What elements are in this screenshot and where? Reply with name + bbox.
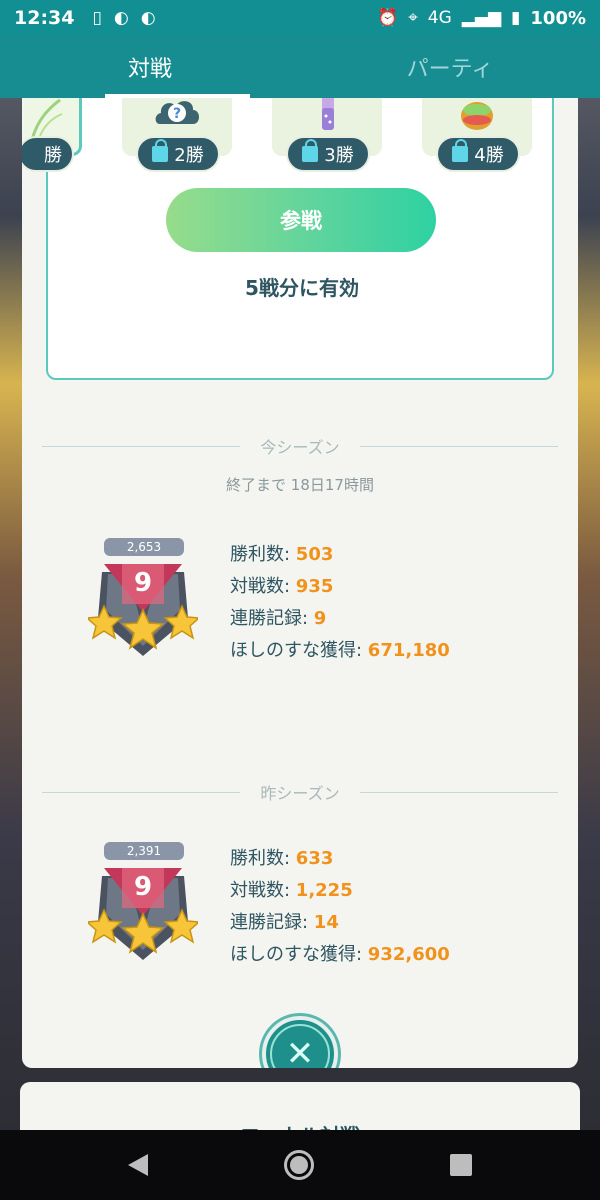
close-button[interactable]: ✕ bbox=[262, 1016, 338, 1068]
last-season-divider: 昨シーズン bbox=[42, 782, 559, 803]
signal-icon: ▂▄▆ bbox=[461, 8, 502, 28]
stat-value: 1,225 bbox=[295, 880, 353, 901]
last-rank-badge: 2,391 9 bbox=[85, 842, 201, 964]
current-stat-wins: 勝利数: 503 bbox=[230, 540, 450, 572]
current-stat-stardust: ほしのすな獲得: 671,180 bbox=[230, 636, 450, 668]
tab-party[interactable]: パーティ bbox=[300, 36, 600, 98]
tab-bar: 対戦 パーティ bbox=[0, 36, 600, 98]
valid-battles-text: 5戦分に有効 bbox=[245, 276, 359, 300]
svg-text:?: ? bbox=[173, 106, 181, 122]
stat-label: 勝利数: bbox=[230, 544, 296, 565]
stat-label: ほしのすな獲得: bbox=[230, 640, 368, 661]
stat-value: 932,600 bbox=[367, 944, 450, 965]
reward-label-1: 勝 bbox=[44, 145, 62, 166]
current-stat-streak: 連勝記録: 9 bbox=[230, 604, 450, 636]
stat-label: 対戦数: bbox=[230, 576, 296, 597]
mystery-icon: ? bbox=[155, 101, 199, 124]
current-rank-badge: 2,653 9 bbox=[85, 538, 201, 660]
tab-party-label: パーティ bbox=[406, 57, 494, 82]
stat-value: 503 bbox=[295, 544, 334, 565]
reward-slot-4[interactable]: 4勝 bbox=[422, 98, 532, 172]
season-remaining: 終了まで 18日17時間 bbox=[226, 476, 374, 494]
current-season-divider: 今シーズン bbox=[42, 436, 559, 457]
stat-label: 対戦数: bbox=[230, 880, 296, 901]
stat-label: 連勝記録: bbox=[230, 608, 314, 629]
stat-label: 連勝記録: bbox=[230, 912, 314, 933]
reward-slot-3[interactable]: 3勝 bbox=[272, 98, 382, 172]
stat-value: 671,180 bbox=[367, 640, 450, 661]
recent-apps-icon[interactable] bbox=[450, 1154, 472, 1176]
last-stat-battles: 対戦数: 1,225 bbox=[230, 876, 450, 908]
network-label: 4G bbox=[427, 8, 452, 28]
current-season-heading: 今シーズン bbox=[260, 438, 340, 457]
stat-label: ほしのすな獲得: bbox=[230, 944, 368, 965]
reward-label-3: 3勝 bbox=[324, 145, 354, 166]
app-icon: ◐ bbox=[113, 8, 129, 28]
status-right: ⏰ ⌖ 4G ▂▄▆ ▮ 100% bbox=[377, 8, 586, 29]
current-stat-battles: 対戦数: 935 bbox=[230, 572, 450, 604]
last-rank-number: 9 bbox=[133, 872, 153, 902]
last-season-stats: 勝利数: 633 対戦数: 1,225 連勝記録: 14 ほしのすな獲得: 93… bbox=[230, 844, 450, 972]
reward-card: 勝 ? 2勝 3勝 4勝 参戦 5戦分に有効 bbox=[22, 98, 554, 380]
lock-icon bbox=[302, 139, 319, 162]
potion-icon bbox=[322, 98, 334, 130]
current-rating: 2,653 bbox=[104, 538, 184, 556]
last-stat-stardust: ほしのすな獲得: 932,600 bbox=[230, 940, 450, 972]
lock-icon bbox=[452, 139, 469, 162]
battery-percent: 100% bbox=[530, 7, 586, 29]
last-rating: 2,391 bbox=[104, 842, 184, 860]
app-icon-2: ◐ bbox=[140, 8, 156, 28]
back-icon[interactable] bbox=[128, 1154, 148, 1176]
join-battle-button[interactable]: 参戦 bbox=[166, 188, 436, 252]
reward-pill-1: 勝 bbox=[22, 136, 74, 172]
lock-icon bbox=[152, 139, 169, 162]
clipboard-icon: ▯ bbox=[92, 8, 102, 28]
reward-slot-2[interactable]: ? 2勝 bbox=[122, 98, 232, 172]
orb-icon bbox=[461, 102, 493, 130]
reward-label-4: 4勝 bbox=[474, 145, 504, 166]
stat-value: 9 bbox=[313, 608, 327, 629]
current-rank-number: 9 bbox=[133, 568, 153, 598]
last-season-heading: 昨シーズン bbox=[260, 784, 340, 803]
tab-battle[interactable]: 対戦 bbox=[0, 36, 300, 98]
home-icon[interactable] bbox=[284, 1150, 314, 1180]
tab-battle-label: 対戦 bbox=[127, 57, 172, 82]
status-time: 12:34 bbox=[14, 7, 75, 29]
stat-value: 935 bbox=[295, 576, 334, 597]
reward-label-2: 2勝 bbox=[174, 145, 204, 166]
reward-pill-3: 3勝 bbox=[286, 136, 370, 172]
reward-pill-2: 2勝 bbox=[136, 136, 220, 172]
android-nav-bar bbox=[0, 1130, 600, 1200]
stat-label: 勝利数: bbox=[230, 848, 296, 869]
stat-value: 14 bbox=[313, 912, 339, 933]
current-season-stats: 勝利数: 503 対戦数: 935 連勝記録: 9 ほしのすな獲得: 671,1… bbox=[230, 540, 450, 668]
last-stat-streak: 連勝記録: 14 bbox=[230, 908, 450, 940]
reward-pill-4: 4勝 bbox=[436, 136, 520, 172]
status-bar: 12:34 ▯ ◐ ◐ ⏰ ⌖ 4G ▂▄▆ ▮ 100% bbox=[0, 0, 600, 36]
last-stat-wins: 勝利数: 633 bbox=[230, 844, 450, 876]
close-icon: ✕ bbox=[270, 1024, 330, 1068]
battery-icon: ▮ bbox=[511, 8, 521, 28]
stat-value: 633 bbox=[295, 848, 334, 869]
alarm-icon: ⏰ bbox=[377, 8, 399, 28]
battle-panel: 勝 ? 2勝 3勝 4勝 参戦 5戦分に有効 今シーズン 終了まで 18日17時… bbox=[22, 98, 578, 1068]
location-icon: ⌖ bbox=[408, 8, 418, 28]
